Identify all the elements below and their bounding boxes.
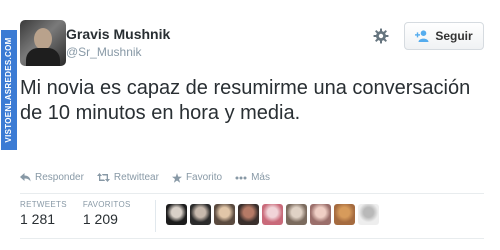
avatar-body [26, 48, 60, 66]
follow-button[interactable]: Seguir [404, 22, 484, 50]
favorites-count: 1 209 [82, 211, 118, 227]
retweet-label: Retwittear [113, 172, 159, 183]
gear-icon[interactable] [373, 28, 389, 44]
favoriter-avatars [166, 204, 379, 225]
tweet-card: VISTOENLASREDES.COM Gravis Mushnik @Sr_M… [0, 0, 500, 250]
divider [20, 193, 484, 194]
favorite-action[interactable]: Favorito [171, 172, 223, 183]
retweet-icon [96, 173, 110, 182]
tweet-text: Mi novia es capaz de resumirme una conve… [20, 77, 471, 124]
reply-label: Responder [35, 172, 84, 183]
favoriter-avatar[interactable] [286, 204, 307, 225]
favoriter-avatar[interactable] [310, 204, 331, 225]
user-handle[interactable]: @Sr_Mushnik [66, 45, 142, 59]
retweets-stat[interactable]: RETWEETS 1 281 [20, 200, 67, 227]
favoriter-avatar[interactable] [190, 204, 211, 225]
divider [20, 238, 484, 239]
more-label: Más [251, 172, 270, 183]
stats-separator [155, 200, 156, 232]
favoriter-avatar[interactable] [262, 204, 283, 225]
avatar[interactable] [20, 20, 66, 66]
reply-action[interactable]: Responder [20, 172, 84, 183]
favorite-label: Favorito [185, 172, 223, 183]
retweets-count: 1 281 [20, 211, 56, 227]
avatar-face [34, 28, 52, 50]
favoriter-avatar[interactable] [214, 204, 235, 225]
star-icon [171, 172, 182, 183]
more-action[interactable]: Más [235, 172, 270, 183]
favoriter-avatar[interactable] [166, 204, 187, 225]
add-user-icon [415, 30, 430, 42]
watermark-text: VISTOENLASREDES.COM [1, 30, 17, 150]
favorites-label: FAVORITOS [82, 200, 131, 209]
favoriter-avatar[interactable] [358, 204, 379, 225]
retweet-action[interactable]: Retwittear [96, 172, 159, 183]
more-icon [235, 176, 247, 180]
favorites-stat[interactable]: FAVORITOS 1 209 [83, 200, 131, 227]
favoriter-avatar[interactable] [238, 204, 259, 225]
tweet-actions: Responder Retwittear Favorito Más [20, 172, 283, 183]
display-name[interactable]: Gravis Mushnik [66, 26, 170, 42]
watermark: VISTOENLASREDES.COM [0, 0, 18, 250]
reply-icon [20, 173, 31, 182]
tweet-stats: RETWEETS 1 281 FAVORITOS 1 209 [20, 200, 147, 227]
favoriter-avatar[interactable] [334, 204, 355, 225]
follow-button-label: Seguir [435, 29, 473, 43]
retweets-label: RETWEETS [20, 200, 67, 209]
